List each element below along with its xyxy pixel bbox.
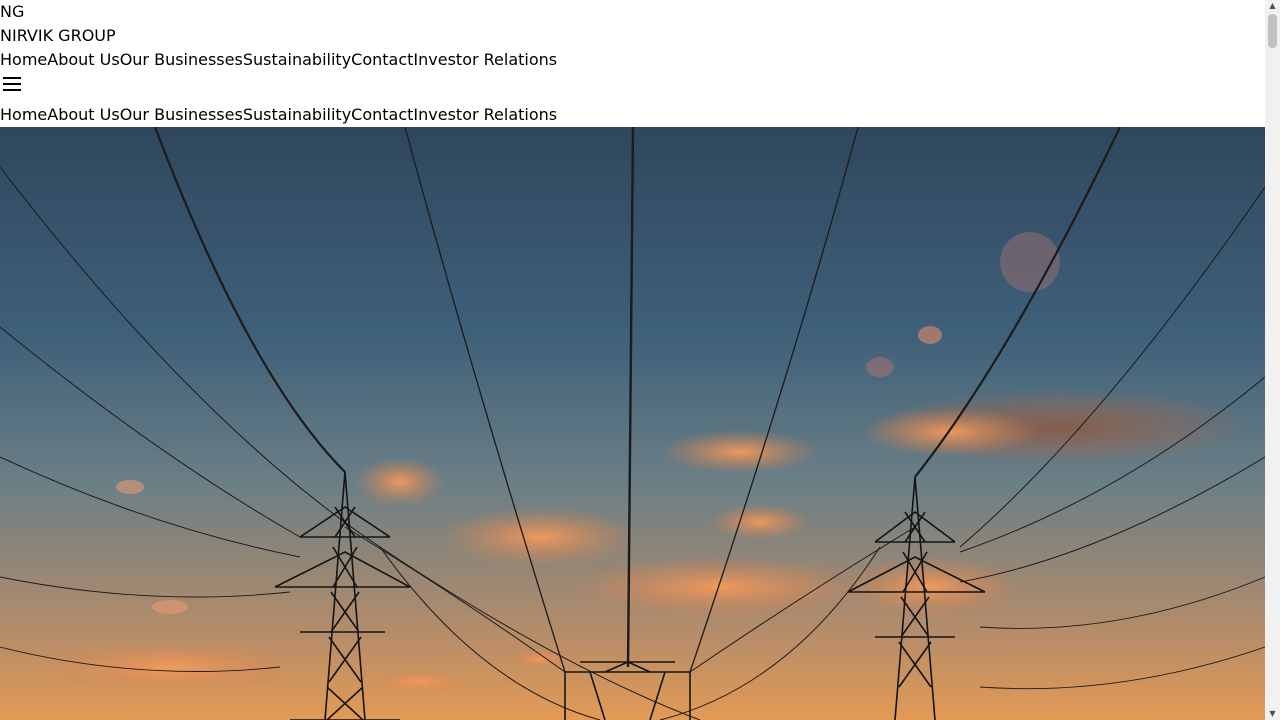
mobile-nav-link-about-us[interactable]: About Us [47,103,119,127]
nav-link-home[interactable]: Home [0,48,47,72]
mobile-nav: Home About Us Our Businesses Sustainabil… [0,103,1265,127]
hamburger-menu-icon[interactable] [0,72,24,96]
scroll-up-arrow-icon[interactable]: ▲ [1265,0,1280,12]
nav-link-about-us[interactable]: About Us [47,48,119,72]
nav-link-contact[interactable]: Contact [351,48,413,72]
mobile-nav-link-contact[interactable]: Contact [351,103,413,127]
brand-name[interactable]: NIRVIK GROUP [0,24,1265,48]
logo-initials[interactable]: NG [0,0,1265,24]
scroll-down-arrow-icon[interactable]: ▼ [1265,708,1280,720]
mobile-nav-link-sustainability[interactable]: Sustainability [243,103,351,127]
mobile-nav-link-home[interactable]: Home [0,103,47,127]
nav-link-sustainability[interactable]: Sustainability [243,48,351,72]
vertical-scrollbar[interactable]: ▲ ▼ [1265,0,1280,720]
mobile-nav-link-our-businesses[interactable]: Our Businesses [120,103,243,127]
primary-nav: Home About Us Our Businesses Sustainabil… [0,48,1265,72]
hero-image [0,127,1265,720]
nav-link-our-businesses[interactable]: Our Businesses [120,48,243,72]
nav-link-investor-relations[interactable]: Investor Relations [413,48,557,72]
scrollbar-thumb[interactable] [1268,14,1277,48]
mobile-nav-link-investor-relations[interactable]: Investor Relations [413,103,557,127]
page: NG NIRVIK GROUP Home About Us Our Busine… [0,0,1265,720]
